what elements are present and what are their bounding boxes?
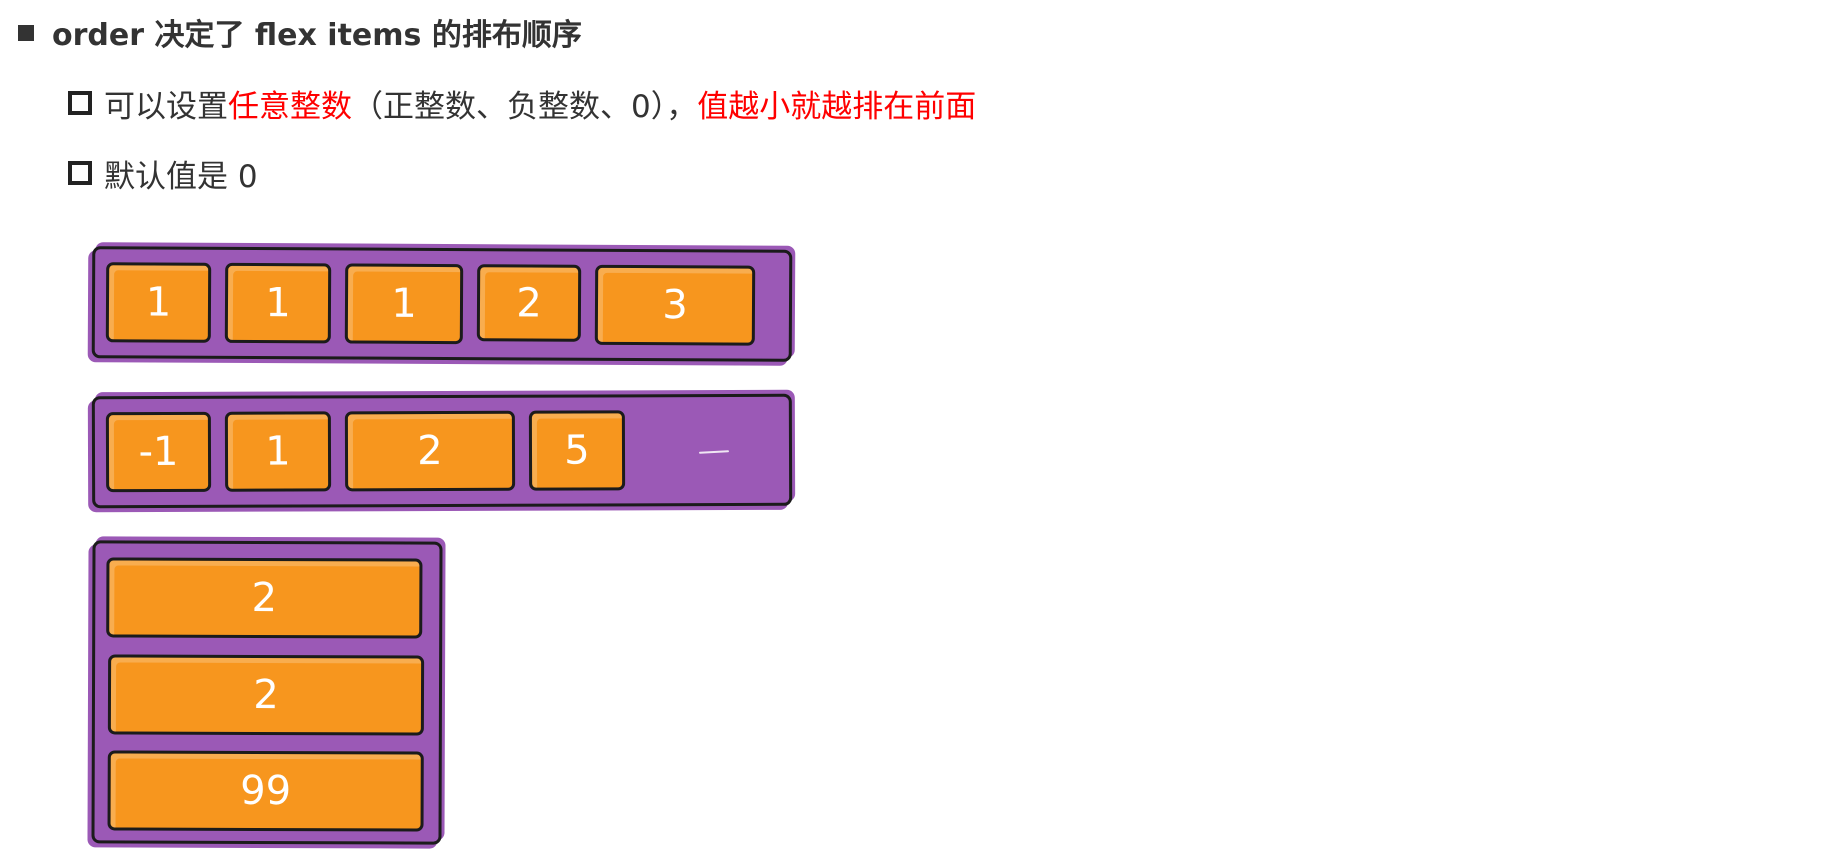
flex-item: 1 [344, 263, 464, 345]
flex-container-column: 2 2 99 [91, 540, 443, 845]
hollow-square-bullet-icon [68, 161, 92, 185]
bullet-text-part: （正整数、负整数、0）， [352, 88, 698, 125]
bullet-text-part: 可以设置 [104, 88, 228, 125]
slide-heading: order 决定了 flex items 的排布顺序 [18, 12, 582, 53]
flex-item: 2 [476, 264, 582, 342]
bullet-text-part: 默认值是 0 [104, 158, 258, 195]
flex-item: 1 [224, 411, 332, 492]
flex-item: 2 [344, 410, 516, 492]
bullet-item-any-integer: 可以设置 任意整数 （正整数、负整数、0）， 值越小就越排在前面 [68, 81, 976, 125]
flex-item: -1 [105, 411, 212, 493]
bullet-highlight-text: 任意整数 [228, 88, 352, 125]
hollow-square-bullet-icon [68, 91, 92, 115]
bullet-item-default-value: 默认值是 0 [68, 151, 258, 195]
flex-item: 99 [107, 750, 424, 832]
flex-item: 1 [224, 262, 332, 344]
flex-item: 5 [528, 410, 626, 491]
flex-item: 3 [594, 264, 756, 346]
flex-item: 1 [105, 262, 212, 343]
bullet-highlight-text: 值越小就越排在前面 [697, 88, 977, 125]
flex-item: 2 [107, 654, 425, 736]
flex-container-row-2: -1 1 2 5 [91, 393, 793, 509]
flex-container-row-1: 1 1 1 2 3 [91, 246, 793, 362]
flex-item: 2 [106, 557, 423, 639]
heading-text: order 决定了 flex items 的排布顺序 [52, 18, 582, 53]
filled-square-bullet-icon [18, 25, 34, 41]
